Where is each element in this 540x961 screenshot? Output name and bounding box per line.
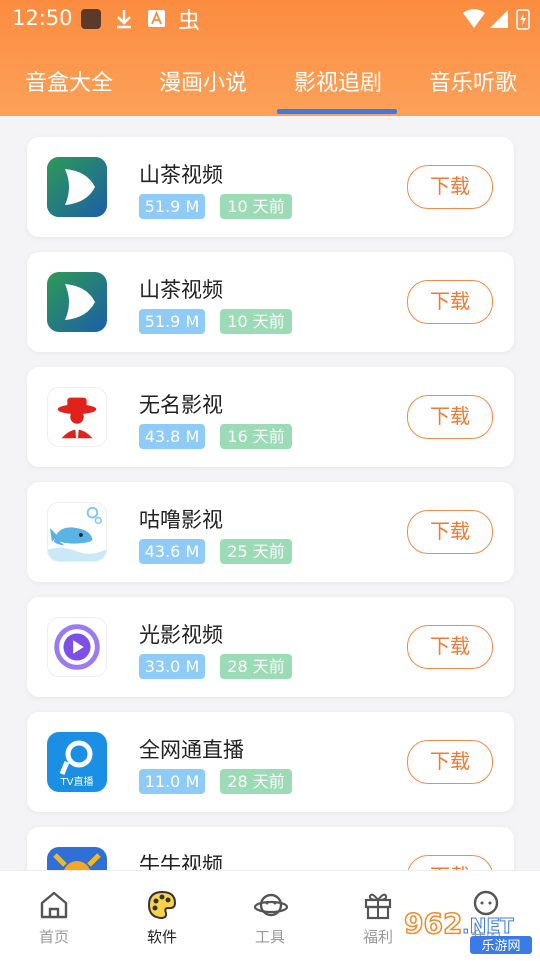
battery-icon bbox=[516, 8, 530, 34]
nav-home[interactable]: 首页 bbox=[9, 871, 99, 961]
size-badge: 11.0 M bbox=[139, 769, 205, 794]
header: 12:50 虫 音盒大全 漫画小说 影视追剧 音乐听歌 bbox=[0, 0, 540, 116]
size-badge: 51.9 M bbox=[139, 309, 205, 334]
app-name: 牛牛视频 bbox=[139, 853, 223, 870]
status-bar: 12:50 虫 bbox=[0, 0, 540, 38]
download-button[interactable]: 下载 bbox=[407, 740, 493, 784]
list-item[interactable]: 咕噜影视 43.6 M 25 天前 下载 bbox=[27, 482, 514, 582]
app-name: 山茶视频 bbox=[139, 278, 223, 302]
nav-label: 工具 bbox=[254, 928, 285, 946]
svg-text:虫: 虫 bbox=[178, 9, 200, 32]
app-square-icon bbox=[80, 8, 102, 34]
status-time: 12:50 bbox=[12, 6, 73, 30]
download-button[interactable]: 下载 bbox=[407, 855, 493, 870]
app-name: 山茶视频 bbox=[139, 163, 223, 187]
app-name: 咕噜影视 bbox=[139, 508, 223, 532]
download-button[interactable]: 下载 bbox=[407, 165, 493, 209]
size-badge: 43.6 M bbox=[139, 539, 205, 564]
time-badge: 28 天前 bbox=[220, 769, 292, 794]
nav-label: 首页 bbox=[38, 928, 69, 946]
nav-software[interactable]: 软件 bbox=[117, 871, 207, 961]
download-button[interactable]: 下载 bbox=[407, 510, 493, 554]
list-item[interactable]: 山茶视频 51.9 M 10 天前 下载 bbox=[27, 252, 514, 352]
size-badge: 43.8 M bbox=[139, 424, 205, 449]
watermark-logo: 962 .NET 乐游网 bbox=[400, 900, 535, 955]
whale-icon bbox=[47, 502, 107, 562]
bull-icon bbox=[47, 847, 107, 870]
size-badge: 51.9 M bbox=[139, 194, 205, 219]
nav-label: 软件 bbox=[146, 928, 177, 946]
watermark-cn: 乐游网 bbox=[481, 939, 520, 954]
time-badge: 10 天前 bbox=[220, 309, 292, 334]
tab-box[interactable]: 音盒大全 bbox=[14, 64, 124, 108]
time-badge: 25 天前 bbox=[220, 539, 292, 564]
play-icon bbox=[47, 157, 107, 217]
list-item[interactable]: 光影视频 33.0 M 28 天前 下载 bbox=[27, 597, 514, 697]
play-icon bbox=[47, 272, 107, 332]
time-badge: 28 天前 bbox=[220, 654, 292, 679]
tv-live-label: TV直播 bbox=[60, 775, 94, 788]
signal-icon bbox=[489, 8, 509, 34]
list-item[interactable]: 无名影视 43.8 M 16 天前 下载 bbox=[27, 367, 514, 467]
circle-play-icon bbox=[47, 617, 107, 677]
tab-music[interactable]: 音乐听歌 bbox=[418, 64, 528, 108]
font-icon bbox=[147, 8, 167, 34]
download-button[interactable]: 下载 bbox=[407, 395, 493, 439]
tab-video[interactable]: 影视追剧 bbox=[283, 64, 393, 108]
palette-icon bbox=[147, 890, 177, 920]
gift-icon bbox=[364, 893, 392, 920]
tab-comics[interactable]: 漫画小说 bbox=[148, 64, 258, 108]
list-item[interactable]: 山茶视频 51.9 M 10 天前 下载 bbox=[27, 137, 514, 237]
watermark-suffix: .NET bbox=[462, 914, 514, 938]
download-button[interactable]: 下载 bbox=[407, 625, 493, 669]
planet-icon bbox=[254, 893, 288, 917]
bug-icon: 虫 bbox=[178, 8, 202, 36]
list-item[interactable]: TV直播 全网通直播 11.0 M 28 天前 下载 bbox=[27, 712, 514, 812]
app-name: 全网通直播 bbox=[139, 738, 244, 762]
time-badge: 16 天前 bbox=[220, 424, 292, 449]
app-name: 无名影视 bbox=[139, 393, 223, 417]
tab-indicator bbox=[277, 109, 397, 114]
download-icon bbox=[114, 8, 134, 34]
tv-live-icon: TV直播 bbox=[47, 732, 107, 792]
app-list: 山茶视频 51.9 M 10 天前 下载 山茶视频 51.9 M 10 天前 下… bbox=[0, 116, 540, 870]
size-badge: 33.0 M bbox=[139, 654, 205, 679]
home-icon bbox=[40, 891, 68, 919]
wifi-icon bbox=[462, 8, 486, 34]
watermark-number: 962 bbox=[404, 907, 462, 940]
category-tabs: 音盒大全 漫画小说 影视追剧 音乐听歌 bbox=[0, 64, 540, 108]
download-button[interactable]: 下载 bbox=[407, 280, 493, 324]
nav-tools[interactable]: 工具 bbox=[225, 871, 315, 961]
app-name: 光影视频 bbox=[139, 623, 223, 647]
agent-hat-icon bbox=[47, 387, 107, 447]
time-badge: 10 天前 bbox=[220, 194, 292, 219]
list-item[interactable]: 牛牛视频 下载 bbox=[27, 827, 514, 870]
